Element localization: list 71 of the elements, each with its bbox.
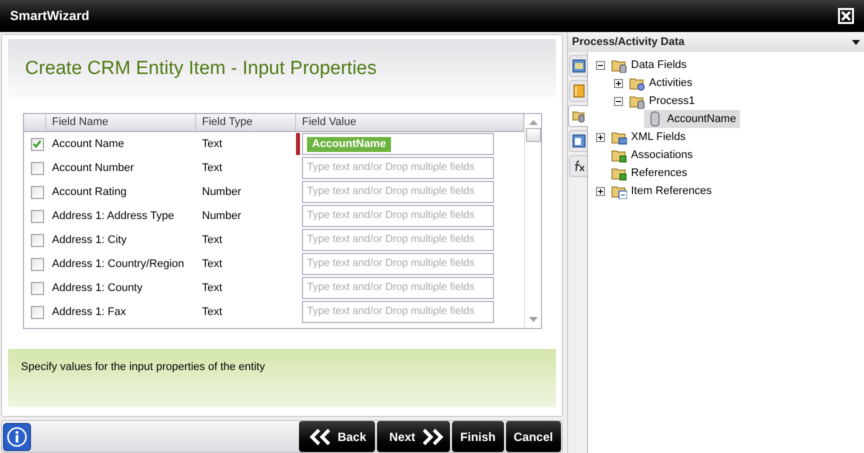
field-name: Account Number [52, 162, 134, 174]
scroll-down-icon[interactable] [528, 317, 538, 323]
field-name: Account Rating [52, 186, 127, 198]
double-chevron-left-icon [308, 428, 333, 446]
expand-icon[interactable] [614, 78, 623, 88]
field-type: Text [202, 282, 222, 294]
window-title: SmartWizard [10, 7, 90, 26]
scrollbar[interactable] [524, 114, 541, 328]
field-type: Text [202, 138, 222, 150]
wizard-button[interactable]: Next [377, 421, 450, 452]
field-name: Address 1: Fax [52, 306, 126, 318]
tree-item[interactable]: AccountName [644, 110, 740, 128]
description-text: Specify values for the input properties of the entity [21, 361, 265, 373]
tree-item[interactable]: Activities [626, 74, 696, 92]
checkbox[interactable] [30, 210, 44, 222]
placeholder-text: Type text and/or Drop multiple fields [307, 208, 474, 224]
collapse-icon[interactable] [596, 60, 605, 70]
wizard-button[interactable]: Finish [452, 421, 504, 452]
info-icon[interactable] [3, 422, 31, 450]
book-icon [572, 84, 586, 98]
data-icon [572, 109, 586, 123]
field-type: Number [202, 210, 242, 222]
checkbox[interactable] [30, 306, 44, 318]
field-type: Text [202, 162, 222, 174]
page-heading: Create CRM Entity Item - Input Properties [25, 56, 377, 81]
double-chevron-right-icon [420, 428, 444, 446]
checkbox[interactable] [30, 138, 44, 150]
tree-item[interactable]: Data Fields [608, 56, 691, 74]
side-tab[interactable] [569, 130, 587, 152]
expand-icon[interactable] [596, 186, 605, 196]
checkbox[interactable] [30, 282, 44, 294]
checkbox[interactable] [30, 234, 44, 246]
side-tab[interactable] [568, 105, 588, 127]
side-tab[interactable] [569, 155, 587, 177]
placeholder-text: Type text and/or Drop multiple fields [307, 256, 474, 272]
close-icon[interactable] [838, 8, 854, 24]
placeholder-text: Type text and/or Drop multiple fields [307, 160, 474, 176]
placeholder-text: Type text and/or Drop multiple fields [307, 232, 474, 248]
collapse-icon[interactable] [614, 96, 623, 106]
tree-item[interactable]: Item References [608, 182, 716, 200]
placeholder-text: Type text and/or Drop multiple fields [307, 184, 474, 200]
field-name: Address 1: County [52, 282, 142, 294]
checkbox[interactable] [30, 258, 44, 270]
checkbox[interactable] [30, 162, 44, 174]
tree-item[interactable]: Associations [608, 146, 697, 164]
image-icon [572, 59, 586, 73]
field-name: Address 1: Country/Region [52, 258, 184, 270]
tree-item[interactable]: References [608, 164, 692, 182]
placeholder-text: Type text and/or Drop multiple fields [307, 304, 474, 320]
field-type: Text [202, 258, 222, 270]
wizard-button[interactable]: Cancel [506, 421, 561, 452]
checkbox[interactable] [30, 186, 44, 198]
side-panel-title: Process/Activity Data [572, 34, 684, 50]
field-name: Address 1: City [52, 234, 127, 246]
scroll-up-icon[interactable] [528, 119, 538, 125]
form-icon [572, 134, 586, 148]
field-name: Account Name [52, 138, 124, 150]
tree-item[interactable]: XML Fields [608, 128, 690, 146]
column-header[interactable]: Field Type [196, 114, 296, 131]
field-type: Number [202, 186, 242, 198]
field-name: Address 1: Address Type [52, 210, 174, 222]
tree-item[interactable]: Process1 [626, 92, 699, 110]
field-type: Text [202, 234, 222, 246]
placeholder-text: Type text and/or Drop multiple fields [307, 280, 474, 296]
column-header[interactable]: Field Name [46, 114, 196, 131]
wizard-button[interactable]: Back [298, 421, 376, 452]
expand-icon[interactable] [596, 132, 605, 142]
scroll-thumb[interactable] [526, 128, 540, 142]
dropdown-icon[interactable] [852, 40, 860, 44]
field-type: Text [202, 306, 222, 318]
side-tab[interactable] [569, 55, 587, 77]
